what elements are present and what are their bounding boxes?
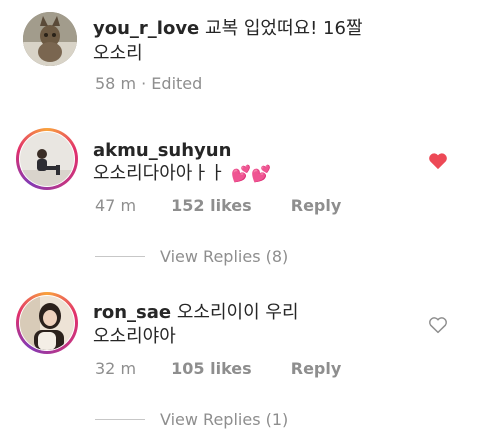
post-caption-text: 교복 입었떠요! 16짤 [205,18,363,39]
comment-1-avatar [20,132,74,186]
comment-1-username[interactable]: akmu_suhyun [93,140,231,161]
post-edited-label: · Edited [141,74,203,93]
comment-2-text-line2: 오소리야아 [93,326,176,347]
comment-1-text: 오소리다아아ㅏㅏ [93,163,226,184]
comment-2-text: 오소리이이 우리 [176,302,299,323]
comment-2-replies-divider [95,419,145,420]
comment-2-likes[interactable]: 105 likes [171,359,252,378]
comment-2-like-heart-outline-icon[interactable] [428,316,448,334]
post-author-avatar[interactable] [23,12,77,66]
girl-portrait-photo-icon [20,296,74,350]
comment-1-emoji: 💕💕 [231,164,272,183]
comment-1-view-replies[interactable]: View Replies (8) [160,247,288,266]
comment-2-avatar [20,296,74,350]
comment-1-like-heart-icon[interactable] [428,152,448,170]
comment-2-body: ron_sae 오소리이이 우리 [93,300,299,325]
comment-1-avatar-ring[interactable] [16,128,78,190]
post-meta: 58 m · Edited [95,74,202,93]
post-time: 58 m [95,74,137,93]
comment-2-reply-button[interactable]: Reply [291,359,342,378]
cat-photo-icon [23,12,77,66]
comment-1-text-line: 오소리다아아ㅏㅏ 💕💕 [93,161,271,186]
comment-1-body: akmu_suhyun [93,138,231,163]
comment-1-time: 47 m [95,196,137,215]
comment-1-meta: 47 m 152 likes Reply [95,196,341,215]
post-caption: you_r_love 교복 입었떠요! 16짤 [93,16,363,41]
comment-2-meta: 32 m 105 likes Reply [95,359,341,378]
person-sitting-photo-icon [20,132,74,186]
comment-1-reply-button[interactable]: Reply [291,196,342,215]
comment-2-view-replies[interactable]: View Replies (1) [160,410,288,429]
comment-2-avatar-ring[interactable] [16,292,78,354]
comment-1-likes[interactable]: 152 likes [171,196,252,215]
post-author-username[interactable]: you_r_love [93,18,199,39]
comment-2-username[interactable]: ron_sae [93,302,171,323]
comment-1-replies-divider [95,256,145,257]
post-caption-line2: 오소리 [93,43,143,64]
comment-2-time: 32 m [95,359,137,378]
